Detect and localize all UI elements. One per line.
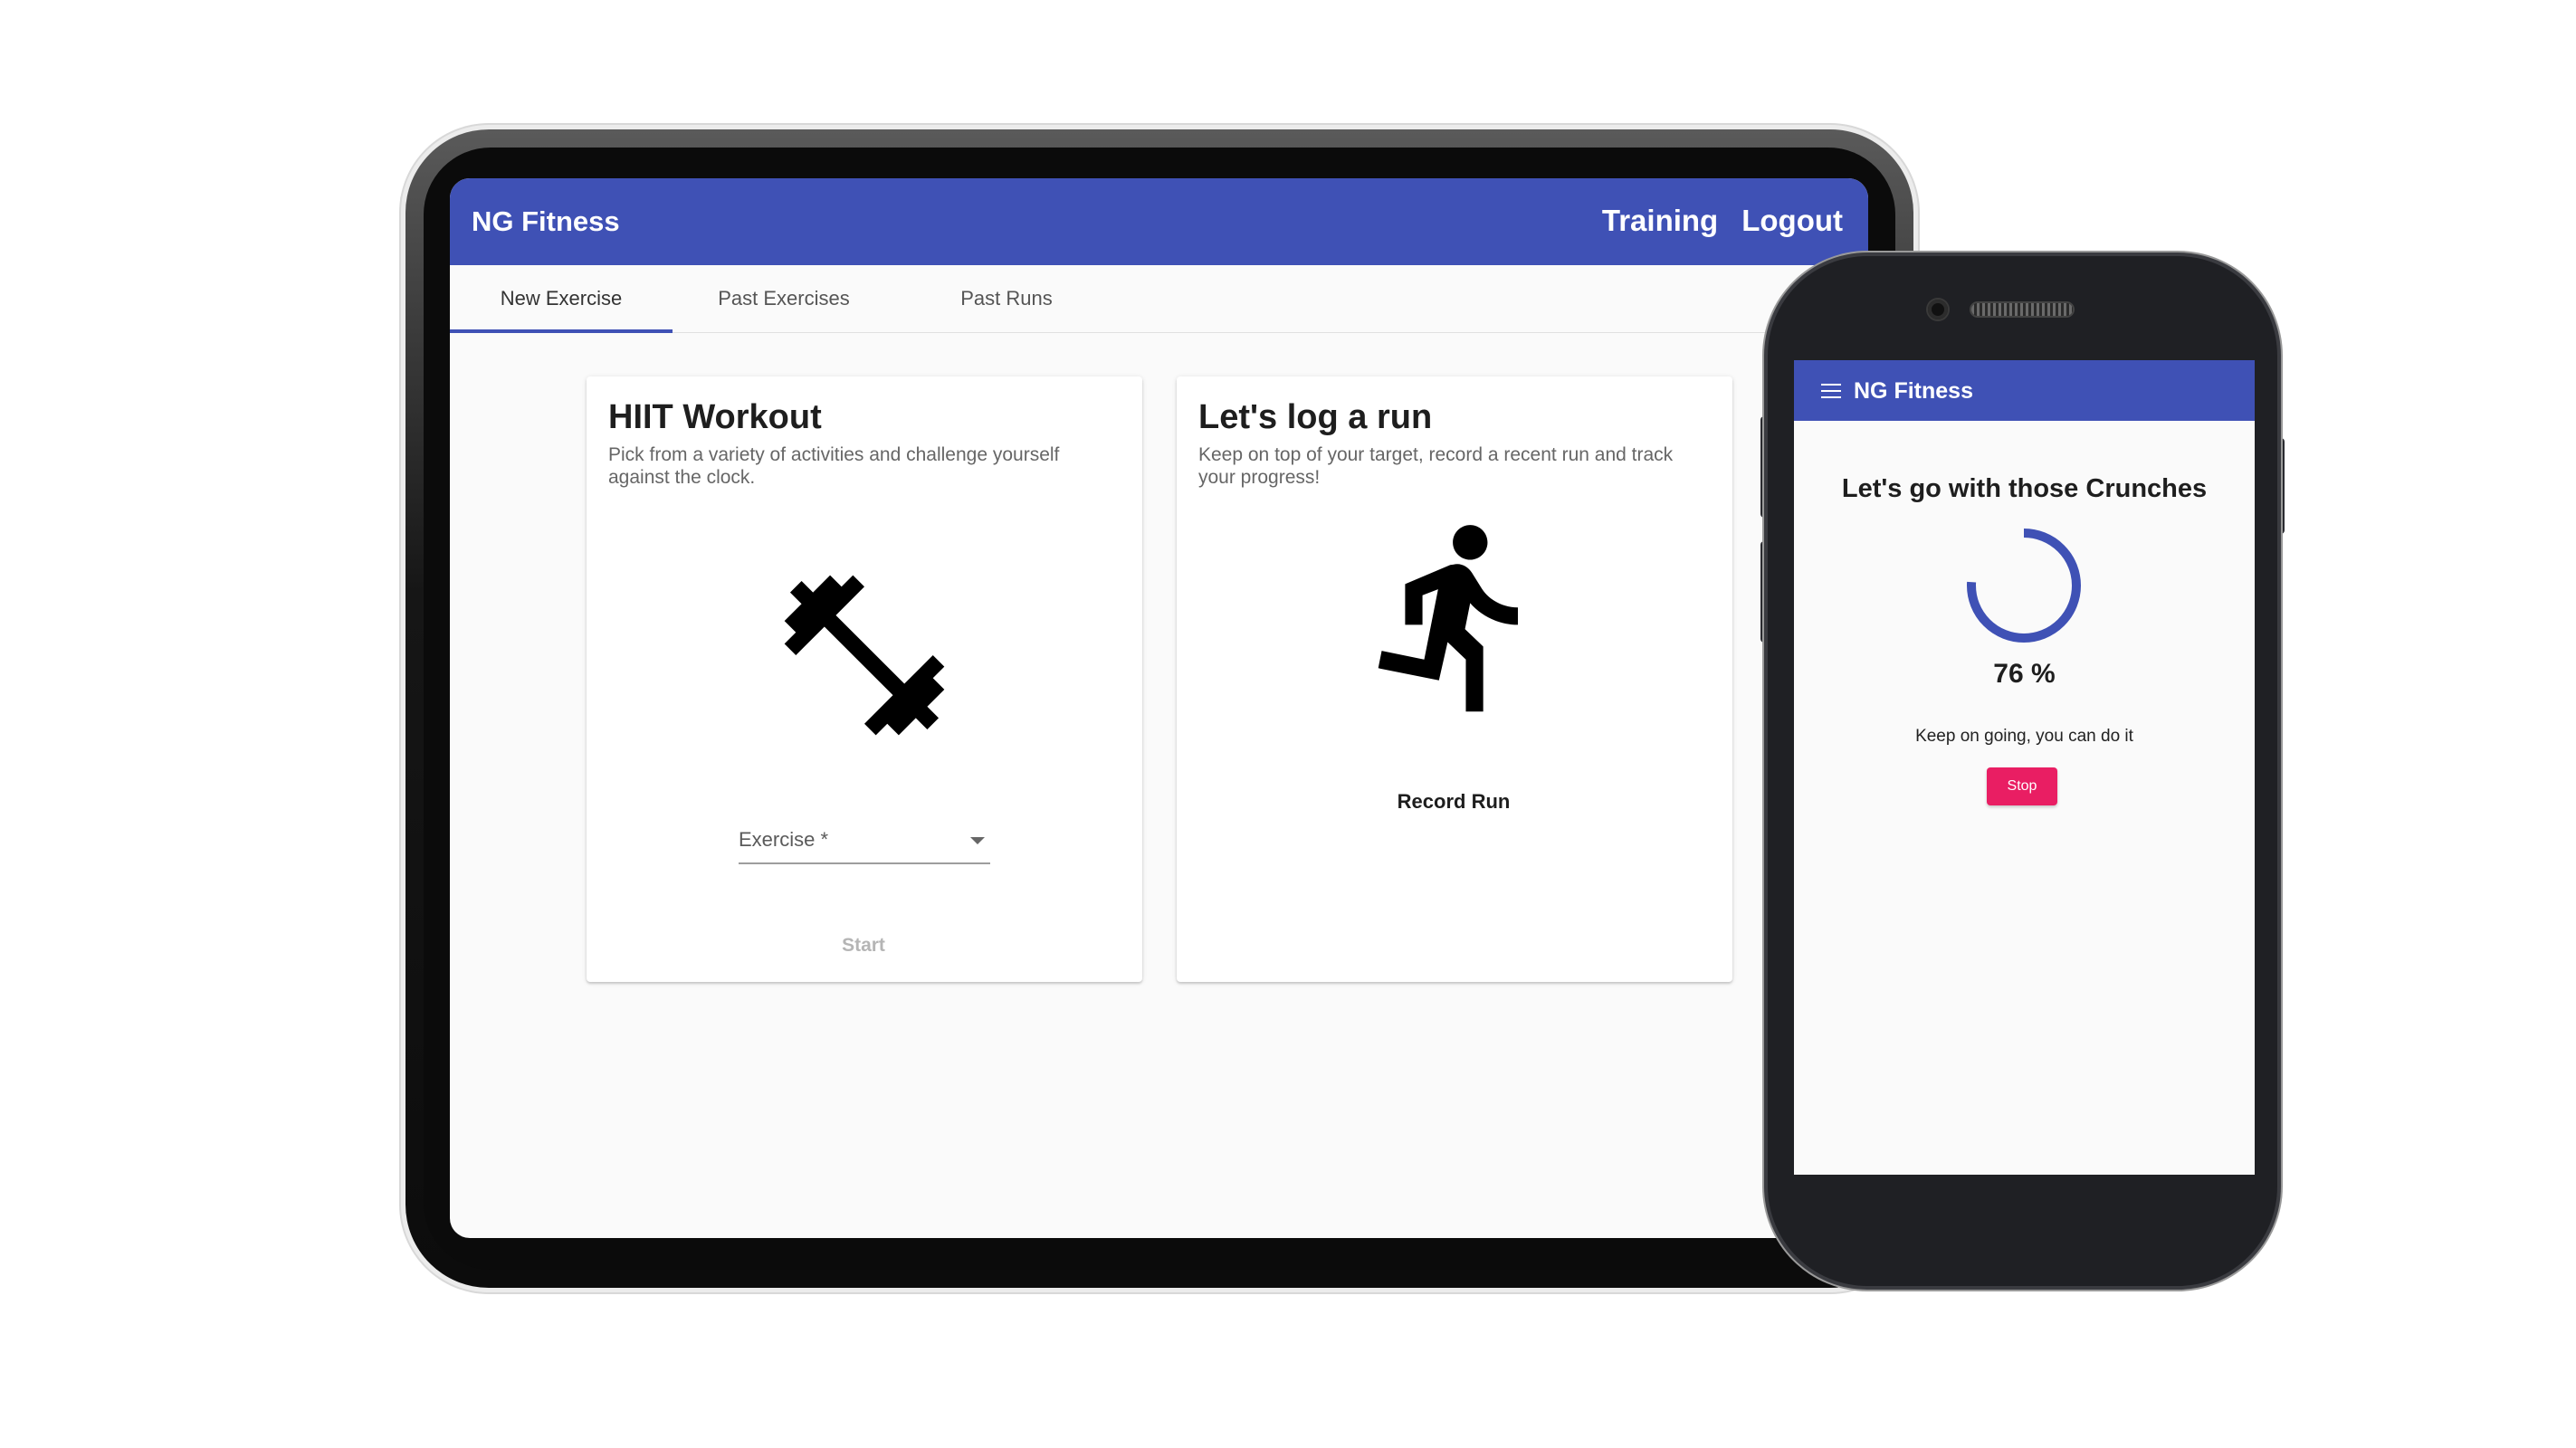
exercise-select-label: Exercise * <box>739 828 829 851</box>
tab-bar: New Exercise Past Exercises Past Runs <box>450 265 1868 333</box>
tab-past-exercises[interactable]: Past Exercises <box>673 265 895 332</box>
phone-volume-up-button <box>1760 416 1768 518</box>
top-toolbar: NG Fitness Training Logout <box>450 178 1868 265</box>
card-subtitle: Pick from a variety of activities and ch… <box>608 444 1060 488</box>
phone-volume-down-button <box>1760 541 1768 643</box>
speaker-grille <box>1971 303 2073 316</box>
tab-new-exercise[interactable]: New Exercise <box>450 265 673 332</box>
record-run-button[interactable]: Record Run <box>1378 778 1530 825</box>
running-person-icon <box>1378 525 1518 712</box>
camera-icon <box>1928 300 1948 319</box>
toolbar-nav: Training Logout <box>1602 204 1843 238</box>
hamburger-menu-icon[interactable] <box>1821 384 1841 398</box>
chevron-down-icon <box>970 837 985 844</box>
training-heading: Let's go with those Crunches <box>1841 474 2208 503</box>
card-title: Let's log a run <box>1198 398 1433 436</box>
progress-spinner <box>1967 529 2081 643</box>
start-button[interactable]: Start <box>804 925 923 967</box>
encouragement-message: Keep on going, you can do it <box>1915 727 2133 746</box>
nav-logout-link[interactable]: Logout <box>1741 204 1843 238</box>
progress-percent: 76 % <box>1993 659 2056 689</box>
log-run-card: Let's log a run Keep on top of your targ… <box>1177 376 1732 982</box>
phone-screen: NG Fitness Let's go with those Crunches … <box>1794 360 2255 1175</box>
dumbbell-icon <box>784 575 945 736</box>
phone-power-button <box>2277 438 2285 534</box>
exercise-select[interactable]: Exercise * <box>739 826 990 864</box>
app-brand[interactable]: NG Fitness <box>472 205 620 238</box>
nav-training-link[interactable]: Training <box>1602 204 1718 238</box>
stop-button[interactable]: Stop <box>1987 767 2057 805</box>
card-title: HIIT Workout <box>608 398 822 436</box>
phone-toolbar: NG Fitness <box>1794 360 2255 421</box>
app-brand[interactable]: NG Fitness <box>1854 378 1973 405</box>
tab-past-runs[interactable]: Past Runs <box>895 265 1118 332</box>
tablet-screen: NG Fitness Training Logout New Exercise … <box>450 178 1868 1238</box>
active-tab-indicator <box>450 329 673 333</box>
card-subtitle: Keep on top of your target, record a rec… <box>1198 444 1674 488</box>
progress-arc <box>1967 529 2081 643</box>
hiit-workout-card: HIIT Workout Pick from a variety of acti… <box>587 376 1142 982</box>
